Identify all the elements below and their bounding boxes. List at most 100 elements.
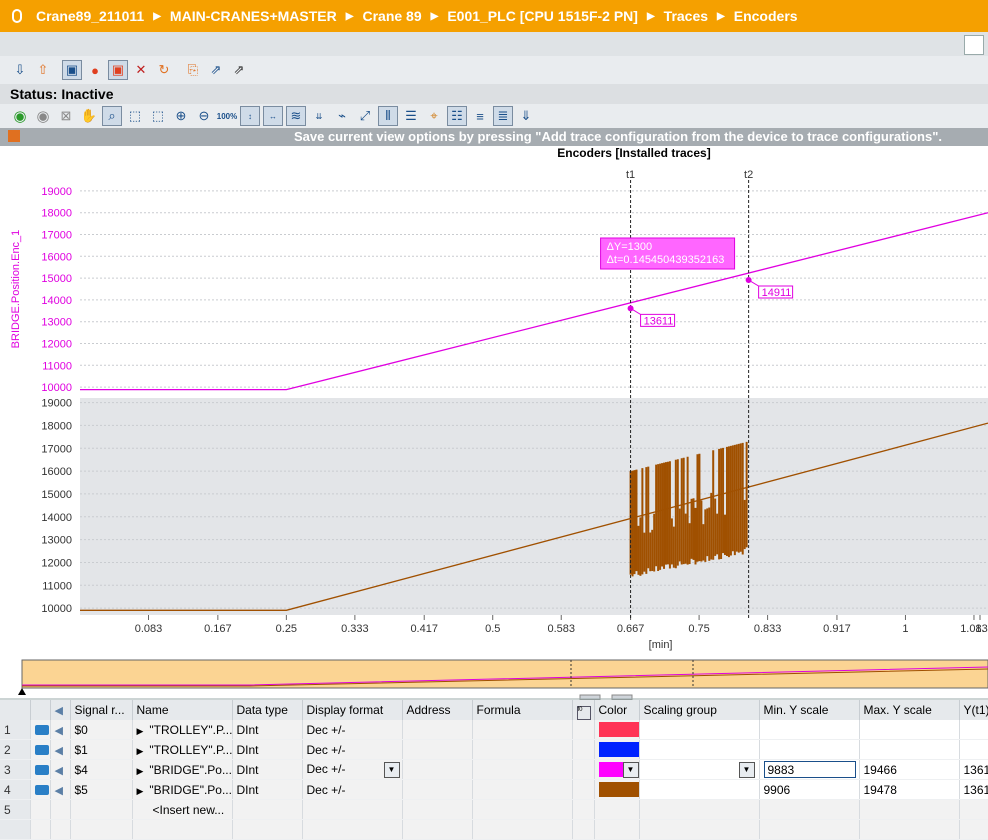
- align-right-icon[interactable]: ≣: [493, 106, 513, 126]
- import-icon[interactable]: ⇗: [229, 60, 249, 80]
- display-format[interactable]: Dec +/- ▼: [302, 759, 403, 780]
- breadcrumb-item[interactable]: Crane 89: [362, 8, 421, 24]
- column-header[interactable]: Max. Y scale: [859, 700, 960, 720]
- signal-ref[interactable]: $1: [70, 739, 133, 760]
- visibility-icon[interactable]: ◀: [50, 720, 71, 740]
- export-icon[interactable]: ⇗: [206, 60, 226, 80]
- monitor-icon[interactable]: ▣: [62, 60, 82, 80]
- diagonal-icon[interactable]: ⤢: [355, 106, 375, 126]
- zoom-100-icon[interactable]: 100%: [217, 106, 237, 126]
- table-row[interactable]: 2 ◀ $1 ▶ "TROLLEY".P... DInt Dec +/-: [0, 739, 988, 760]
- hand-pan-icon[interactable]: ✋: [79, 106, 99, 126]
- signal-ref[interactable]: $0: [70, 720, 133, 740]
- visibility-icon[interactable]: ◀: [50, 759, 71, 780]
- trace-chart-svg[interactable]: 10000 11000 12000 13000 14000 15000 16000 17000…: [0, 160, 988, 655]
- formula[interactable]: [472, 720, 573, 740]
- forward-icon[interactable]: ◉: [33, 106, 53, 126]
- color-cell[interactable]: [594, 720, 640, 740]
- signal-name[interactable]: ▶ "TROLLEY".P...: [132, 720, 233, 740]
- data-type[interactable]: DInt: [232, 739, 303, 760]
- min-y-scale[interactable]: 9883: [759, 759, 860, 780]
- table-row[interactable]: 1 ◀ $0 ▶ "TROLLEY".P... DInt Dec +/-: [0, 720, 988, 740]
- dropdown-icon[interactable]: ▼: [622, 761, 638, 778]
- align-left-icon[interactable]: ≡: [470, 106, 490, 126]
- export-csv-icon[interactable]: ⇓: [516, 106, 536, 126]
- column-header[interactable]: Data type: [232, 700, 303, 720]
- dropdown-icon[interactable]: ▼: [383, 761, 400, 778]
- formula[interactable]: [472, 739, 573, 760]
- overview-strip[interactable]: [0, 655, 988, 701]
- zoom-area-icon[interactable]: ⬚: [125, 106, 145, 126]
- min-y-scale[interactable]: 9906: [759, 779, 860, 800]
- visibility-icon[interactable]: ◀: [50, 739, 71, 760]
- data-type[interactable]: DInt: [232, 720, 303, 740]
- expand-icon[interactable]: ▶: [137, 746, 144, 756]
- column-header[interactable]: Address: [402, 700, 473, 720]
- cursor-marker-icon[interactable]: ⌖: [424, 106, 444, 126]
- column-header[interactable]: Signal r...: [70, 700, 133, 720]
- column-header[interactable]: Formula: [472, 700, 573, 720]
- max-y-scale[interactable]: [859, 720, 960, 740]
- breadcrumb-item[interactable]: Crane89_211011: [36, 8, 144, 24]
- deactivate-recording-icon[interactable]: ✕: [131, 60, 151, 80]
- zoom-y-100-icon[interactable]: ↕: [240, 106, 260, 126]
- color-cell[interactable]: [594, 739, 640, 760]
- vertical-cursors-icon[interactable]: ⦀: [378, 106, 398, 126]
- legend-list-icon[interactable]: ☷: [447, 106, 467, 126]
- signal-ref[interactable]: $5: [70, 779, 133, 800]
- column-header[interactable]: Min. Y scale: [759, 700, 860, 720]
- breadcrumb-item[interactable]: Traces: [664, 8, 708, 24]
- signal-name[interactable]: ▶ "BRIDGE".Po...: [132, 759, 233, 780]
- display-settings-icon[interactable]: ⊠: [56, 106, 76, 126]
- save-measurement-icon[interactable]: ⇊: [309, 106, 329, 126]
- column-header[interactable]: Display format: [302, 700, 403, 720]
- overview-svg[interactable]: [0, 655, 988, 701]
- column-header[interactable]: Y(t1): [959, 700, 988, 720]
- back-icon[interactable]: ◉: [10, 106, 30, 126]
- max-y-scale[interactable]: 19466: [859, 759, 960, 780]
- breadcrumb-item[interactable]: E001_PLC [CPU 1515F-2 PN]: [447, 8, 638, 24]
- zoom-select-icon[interactable]: ⌕: [102, 106, 122, 126]
- column-header[interactable]: Name: [132, 700, 233, 720]
- activate-recording-icon[interactable]: ▣: [108, 60, 128, 80]
- signal-name[interactable]: ▶ "BRIDGE".Po...: [132, 779, 233, 800]
- zoom-fit-icon[interactable]: ⬚: [148, 106, 168, 126]
- table-row[interactable]: 4 ◀ $5 ▶ "BRIDGE".Po... DInt Dec +/- 9906 19478 1…: [0, 779, 988, 800]
- transfer-to-device-icon[interactable]: ⇩: [10, 60, 30, 80]
- column-header[interactable]: Scaling group: [639, 700, 760, 720]
- formula[interactable]: [472, 779, 573, 800]
- scaling-group[interactable]: [639, 720, 760, 740]
- display-format[interactable]: Dec +/-: [302, 779, 403, 800]
- address[interactable]: [402, 759, 473, 780]
- zoom-x-100-icon[interactable]: ↔: [263, 106, 283, 126]
- color-swatch[interactable]: [598, 742, 638, 758]
- zoom-in-icon[interactable]: ⊕: [171, 106, 191, 126]
- expand-icon[interactable]: ▶: [137, 726, 144, 736]
- overview-range[interactable]: [21, 659, 988, 689]
- data-type[interactable]: DInt: [232, 759, 303, 780]
- trace-chart[interactable]: 10000 11000 12000 13000 14000 15000 16000 17000…: [0, 160, 988, 655]
- breadcrumb-item[interactable]: Encoders: [734, 8, 798, 24]
- formula[interactable]: [472, 759, 573, 780]
- insert-new-cell[interactable]: <Insert new...: [132, 799, 233, 820]
- max-y-scale[interactable]: 19478: [859, 779, 960, 800]
- scaling-group[interactable]: ▼: [639, 759, 760, 780]
- address[interactable]: [402, 779, 473, 800]
- horizontal-cursors-icon[interactable]: ☰: [401, 106, 421, 126]
- display-format[interactable]: Dec +/-: [302, 739, 403, 760]
- signal-view-icon[interactable]: ≋: [286, 106, 306, 126]
- insert-row[interactable]: 5 <Insert new...: [0, 799, 988, 820]
- color-cell[interactable]: [594, 779, 640, 800]
- data-type[interactable]: DInt: [232, 779, 303, 800]
- signal-name[interactable]: ▶ "TROLLEY".P...: [132, 739, 233, 760]
- dropdown-icon[interactable]: ▼: [738, 761, 755, 778]
- scaling-group[interactable]: [639, 739, 760, 760]
- refresh-icon[interactable]: ↻: [154, 60, 174, 80]
- pin-icon[interactable]: [12, 9, 22, 23]
- address[interactable]: [402, 739, 473, 760]
- max-y-scale[interactable]: [859, 739, 960, 760]
- add-configuration-icon[interactable]: ⎘: [183, 60, 203, 80]
- column-header[interactable]: Color: [594, 700, 640, 720]
- formula-icon[interactable]: f0: [572, 700, 595, 720]
- visibility-icon[interactable]: ◀: [50, 779, 71, 800]
